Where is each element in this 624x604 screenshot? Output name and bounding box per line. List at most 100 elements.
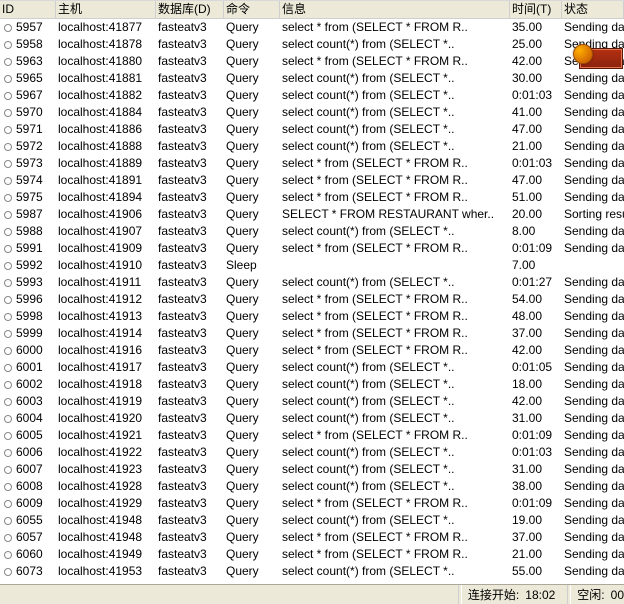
table-row[interactable]: 5998localhost:41913fasteatv3Queryselect … xyxy=(0,308,624,325)
row-status-icon xyxy=(4,330,12,338)
cell-id: 6000 xyxy=(16,342,43,359)
cell-time: 35.00 xyxy=(510,19,562,36)
table-row[interactable]: 6003localhost:41919fasteatv3Queryselect … xyxy=(0,393,624,410)
cell-info: select count(*) from (SELECT *.. xyxy=(280,444,510,461)
table-row[interactable]: 5971localhost:41886fasteatv3Queryselect … xyxy=(0,121,624,138)
cell-host: localhost:41909 xyxy=(56,240,156,257)
cell-time: 51.00 xyxy=(510,189,562,206)
table-row[interactable]: 5974localhost:41891fasteatv3Queryselect … xyxy=(0,172,624,189)
row-status-icon xyxy=(4,228,12,236)
cell-db: fasteatv3 xyxy=(156,495,224,512)
cell-time: 37.00 xyxy=(510,325,562,342)
cell-info: select * from (SELECT * FROM R.. xyxy=(280,53,510,70)
cell-state: Sending data xyxy=(562,189,624,206)
cell-state: Sending data xyxy=(562,563,624,580)
table-row[interactable]: 6004localhost:41920fasteatv3Queryselect … xyxy=(0,410,624,427)
cell-cmd: Query xyxy=(224,291,280,308)
cell-cmd: Query xyxy=(224,19,280,36)
table-row[interactable]: 5963localhost:41880fasteatv3Queryselect … xyxy=(0,53,624,70)
table-row[interactable]: 6000localhost:41916fasteatv3Queryselect … xyxy=(0,342,624,359)
cell-info: select * from (SELECT * FROM R.. xyxy=(280,325,510,342)
cell-id: 6060 xyxy=(16,546,43,563)
table-row[interactable]: 6060localhost:41949fasteatv3Queryselect … xyxy=(0,546,624,563)
table-row[interactable]: 5988localhost:41907fasteatv3Queryselect … xyxy=(0,223,624,240)
table-row[interactable]: 5993localhost:41911fasteatv3Queryselect … xyxy=(0,274,624,291)
cell-cmd: Sleep xyxy=(224,257,280,274)
cell-id: 5993 xyxy=(16,274,43,291)
cell-host: localhost:41929 xyxy=(56,495,156,512)
table-row[interactable]: 6009localhost:41929fasteatv3Queryselect … xyxy=(0,495,624,512)
column-header-host[interactable]: 主机 xyxy=(56,1,156,18)
table-row[interactable]: 6005localhost:41921fasteatv3Queryselect … xyxy=(0,427,624,444)
table-row[interactable]: 5999localhost:41914fasteatv3Queryselect … xyxy=(0,325,624,342)
row-status-icon xyxy=(4,126,12,134)
cell-time: 42.00 xyxy=(510,342,562,359)
table-row[interactable]: 5972localhost:41888fasteatv3Queryselect … xyxy=(0,138,624,155)
cell-info: SELECT * FROM RESTAURANT wher.. xyxy=(280,206,510,223)
table-row[interactable]: 6007localhost:41923fasteatv3Queryselect … xyxy=(0,461,624,478)
column-header-cmd[interactable]: 命令 xyxy=(224,1,280,18)
table-row[interactable]: 5992localhost:41910fasteatv3Sleep7.00 xyxy=(0,257,624,274)
column-header-db[interactable]: 数据库(D) xyxy=(156,1,224,18)
cell-state: Sending data xyxy=(562,478,624,495)
table-row[interactable]: 5996localhost:41912fasteatv3Queryselect … xyxy=(0,291,624,308)
table-row[interactable]: 5957localhost:41877fasteatv3Queryselect … xyxy=(0,19,624,36)
cell-info: select count(*) from (SELECT *.. xyxy=(280,359,510,376)
cell-info: select count(*) from (SELECT *.. xyxy=(280,512,510,529)
table-row[interactable]: 5958localhost:41878fasteatv3Queryselect … xyxy=(0,36,624,53)
column-header-time[interactable]: 时间(T) xyxy=(510,1,562,18)
cell-id: 6007 xyxy=(16,461,43,478)
status-bar: 连接开始: 18:02 空闲: 00 xyxy=(0,584,624,604)
cell-time: 18.00 xyxy=(510,376,562,393)
cell-db: fasteatv3 xyxy=(156,155,224,172)
status-idle-label: 空闲: xyxy=(571,586,610,603)
cell-cmd: Query xyxy=(224,342,280,359)
table-row[interactable]: 6001localhost:41917fasteatv3Queryselect … xyxy=(0,359,624,376)
recorder-overlay-icon[interactable] xyxy=(573,44,593,64)
table-row[interactable]: 6073localhost:41953fasteatv3Queryselect … xyxy=(0,563,624,580)
column-header-state[interactable]: 状态 xyxy=(562,1,624,18)
cell-db: fasteatv3 xyxy=(156,189,224,206)
cell-id: 6005 xyxy=(16,427,43,444)
cell-id: 5991 xyxy=(16,240,43,257)
cell-info: select * from (SELECT * FROM R.. xyxy=(280,19,510,36)
table-row[interactable]: 6008localhost:41928fasteatv3Queryselect … xyxy=(0,478,624,495)
table-row[interactable]: 5975localhost:41894fasteatv3Queryselect … xyxy=(0,189,624,206)
cell-db: fasteatv3 xyxy=(156,359,224,376)
table-row[interactable]: 5967localhost:41882fasteatv3Queryselect … xyxy=(0,87,624,104)
cell-cmd: Query xyxy=(224,53,280,70)
cell-db: fasteatv3 xyxy=(156,19,224,36)
cell-id: 5988 xyxy=(16,223,43,240)
cell-db: fasteatv3 xyxy=(156,206,224,223)
cell-id: 5972 xyxy=(16,138,43,155)
row-status-icon xyxy=(4,534,12,542)
cell-state: Sending data xyxy=(562,155,624,172)
cell-cmd: Query xyxy=(224,189,280,206)
cell-info: select count(*) from (SELECT *.. xyxy=(280,376,510,393)
table-row[interactable]: 5965localhost:41881fasteatv3Queryselect … xyxy=(0,70,624,87)
table-row[interactable]: 6055localhost:41948fasteatv3Queryselect … xyxy=(0,512,624,529)
row-status-icon xyxy=(4,245,12,253)
row-status-icon xyxy=(4,568,12,576)
cell-state: Sending data xyxy=(562,138,624,155)
table-row[interactable]: 5987localhost:41906fasteatv3QuerySELECT … xyxy=(0,206,624,223)
cell-time: 42.00 xyxy=(510,53,562,70)
cell-cmd: Query xyxy=(224,359,280,376)
cell-cmd: Query xyxy=(224,87,280,104)
process-list[interactable]: 5957localhost:41877fasteatv3Queryselect … xyxy=(0,19,624,580)
cell-host: localhost:41884 xyxy=(56,104,156,121)
table-row[interactable]: 5970localhost:41884fasteatv3Queryselect … xyxy=(0,104,624,121)
table-row[interactable]: 5973localhost:41889fasteatv3Queryselect … xyxy=(0,155,624,172)
cell-db: fasteatv3 xyxy=(156,87,224,104)
cell-host: localhost:41948 xyxy=(56,512,156,529)
cell-host: localhost:41906 xyxy=(56,206,156,223)
column-header-info[interactable]: 信息 xyxy=(280,1,510,18)
table-row[interactable]: 6006localhost:41922fasteatv3Queryselect … xyxy=(0,444,624,461)
table-row[interactable]: 6002localhost:41918fasteatv3Queryselect … xyxy=(0,376,624,393)
cell-time: 0:01:03 xyxy=(510,87,562,104)
table-row[interactable]: 5991localhost:41909fasteatv3Queryselect … xyxy=(0,240,624,257)
cell-cmd: Query xyxy=(224,104,280,121)
table-row[interactable]: 6057localhost:41948fasteatv3Queryselect … xyxy=(0,529,624,546)
cell-host: localhost:41882 xyxy=(56,87,156,104)
column-header-id[interactable]: ID xyxy=(0,1,56,18)
